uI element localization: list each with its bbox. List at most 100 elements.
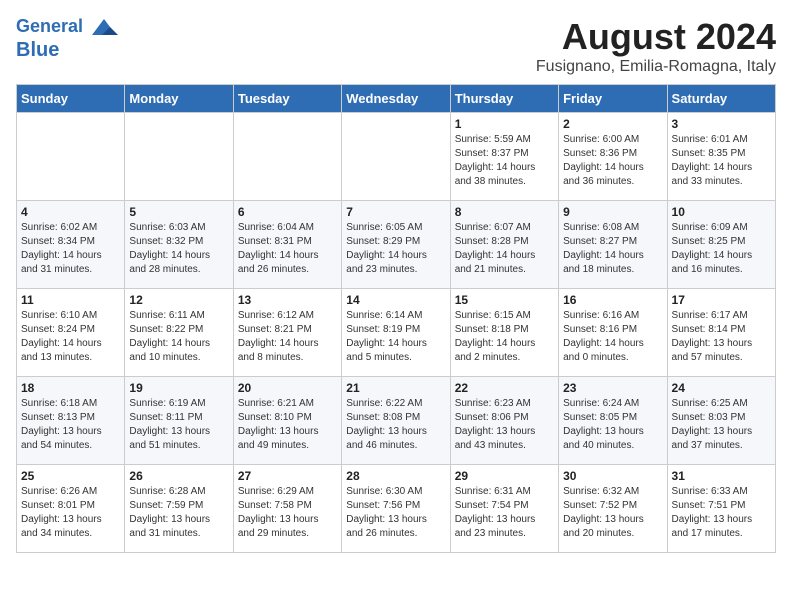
day-number: 22 [455,381,554,395]
day-info: Sunrise: 6:25 AM Sunset: 8:03 PM Dayligh… [672,397,771,453]
day-info: Sunrise: 6:17 AM Sunset: 8:14 PM Dayligh… [672,309,771,365]
day-info: Sunrise: 6:07 AM Sunset: 8:28 PM Dayligh… [455,221,554,277]
day-number: 9 [563,205,662,219]
calendar-cell: 2 Sunrise: 6:00 AM Sunset: 8:36 PM Daylig… [559,113,667,201]
day-info: Sunrise: 6:22 AM Sunset: 8:08 PM Dayligh… [346,397,445,453]
day-header-monday: Monday [125,85,233,113]
day-number: 31 [672,469,771,483]
day-info: Sunrise: 6:24 AM Sunset: 8:05 PM Dayligh… [563,397,662,453]
logo-blue: Blue [16,39,59,61]
day-number: 30 [563,469,662,483]
calendar-cell [17,113,125,201]
day-header-sunday: Sunday [17,85,125,113]
calendar-cell: 29Sunrise: 6:31 AM Sunset: 7:54 PM Dayli… [450,465,558,553]
day-header-friday: Friday [559,85,667,113]
day-header-saturday: Saturday [667,85,775,113]
calendar-cell: 20 Sunrise: 6:21 AM Sunset: 8:10 PM Dayli… [233,377,341,465]
calendar-week-row: 11 Sunrise: 6:10 AM Sunset: 8:24 PM Dayli… [17,289,776,377]
day-info: Sunrise: 6:01 AM Sunset: 8:35 PM Dayligh… [672,133,771,189]
day-number: 23 [563,381,662,395]
day-number: 27 [238,469,337,483]
calendar-week-row: 25Sunrise: 6:26 AM Sunset: 8:01 PM Dayli… [17,465,776,553]
page-header: General Blue August 2024 Fusignano, Emil… [16,16,776,76]
day-info: Sunrise: 6:18 AM Sunset: 8:13 PM Dayligh… [21,397,120,453]
calendar-cell: 11 Sunrise: 6:10 AM Sunset: 8:24 PM Dayli… [17,289,125,377]
calendar-cell: 30 Sunrise: 6:32 AM Sunset: 7:52 PM Dayli… [559,465,667,553]
calendar-cell: 3 Sunrise: 6:01 AM Sunset: 8:35 PM Daylig… [667,113,775,201]
day-number: 4 [21,205,120,219]
calendar-cell: 21 Sunrise: 6:22 AM Sunset: 8:08 PM Dayli… [342,377,450,465]
calendar-week-row: 18Sunrise: 6:18 AM Sunset: 8:13 PM Dayli… [17,377,776,465]
day-info: Sunrise: 6:32 AM Sunset: 7:52 PM Dayligh… [563,485,662,541]
day-info: Sunrise: 6:16 AM Sunset: 8:16 PM Dayligh… [563,309,662,365]
day-number: 2 [563,117,662,131]
calendar-cell: 6Sunrise: 6:04 AM Sunset: 8:31 PM Daylig… [233,201,341,289]
calendar-title: August 2024 [536,16,776,58]
day-number: 8 [455,205,554,219]
logo-text: General [16,16,83,36]
calendar-cell: 26 Sunrise: 6:28 AM Sunset: 7:59 PM Dayli… [125,465,233,553]
calendar-cell: 23 Sunrise: 6:24 AM Sunset: 8:05 PM Dayli… [559,377,667,465]
day-number: 1 [455,117,554,131]
calendar-week-row: 4 Sunrise: 6:02 AM Sunset: 8:34 PM Daylig… [17,201,776,289]
calendar-cell: 17Sunrise: 6:17 AM Sunset: 8:14 PM Dayli… [667,289,775,377]
day-number: 21 [346,381,445,395]
logo: General Blue [16,16,118,62]
day-info: Sunrise: 6:00 AM Sunset: 8:36 PM Dayligh… [563,133,662,189]
day-header-thursday: Thursday [450,85,558,113]
day-info: Sunrise: 6:10 AM Sunset: 8:24 PM Dayligh… [21,309,120,365]
day-number: 20 [238,381,337,395]
day-number: 5 [129,205,228,219]
day-number: 29 [455,469,554,483]
day-info: Sunrise: 6:05 AM Sunset: 8:29 PM Dayligh… [346,221,445,277]
day-info: Sunrise: 6:30 AM Sunset: 7:56 PM Dayligh… [346,485,445,541]
calendar-cell: 14 Sunrise: 6:14 AM Sunset: 8:19 PM Dayli… [342,289,450,377]
day-number: 16 [563,293,662,307]
day-number: 11 [21,293,120,307]
calendar-cell: 7 Sunrise: 6:05 AM Sunset: 8:29 PM Daylig… [342,201,450,289]
calendar-cell: 16 Sunrise: 6:16 AM Sunset: 8:16 PM Dayli… [559,289,667,377]
day-info: Sunrise: 6:23 AM Sunset: 8:06 PM Dayligh… [455,397,554,453]
day-number: 7 [346,205,445,219]
calendar-week-row: 1 Sunrise: 5:59 AM Sunset: 8:37 PM Daylig… [17,113,776,201]
calendar-cell: 10Sunrise: 6:09 AM Sunset: 8:25 PM Dayli… [667,201,775,289]
day-info: Sunrise: 6:12 AM Sunset: 8:21 PM Dayligh… [238,309,337,365]
day-number: 24 [672,381,771,395]
day-number: 3 [672,117,771,131]
calendar-cell: 13Sunrise: 6:12 AM Sunset: 8:21 PM Dayli… [233,289,341,377]
day-number: 26 [129,469,228,483]
day-info: Sunrise: 6:03 AM Sunset: 8:32 PM Dayligh… [129,221,228,277]
calendar-cell [342,113,450,201]
day-info: Sunrise: 6:09 AM Sunset: 8:25 PM Dayligh… [672,221,771,277]
calendar-header-row: SundayMondayTuesdayWednesdayThursdayFrid… [17,85,776,113]
calendar-cell: 22 Sunrise: 6:23 AM Sunset: 8:06 PM Dayli… [450,377,558,465]
calendar-cell: 19Sunrise: 6:19 AM Sunset: 8:11 PM Dayli… [125,377,233,465]
calendar-cell: 1 Sunrise: 5:59 AM Sunset: 8:37 PM Daylig… [450,113,558,201]
day-info: Sunrise: 6:28 AM Sunset: 7:59 PM Dayligh… [129,485,228,541]
calendar-cell: 28Sunrise: 6:30 AM Sunset: 7:56 PM Dayli… [342,465,450,553]
day-info: Sunrise: 6:21 AM Sunset: 8:10 PM Dayligh… [238,397,337,453]
calendar-cell: 8 Sunrise: 6:07 AM Sunset: 8:28 PM Daylig… [450,201,558,289]
day-info: Sunrise: 5:59 AM Sunset: 8:37 PM Dayligh… [455,133,554,189]
calendar-cell: 9 Sunrise: 6:08 AM Sunset: 8:27 PM Daylig… [559,201,667,289]
calendar-cell: 15 Sunrise: 6:15 AM Sunset: 8:18 PM Dayli… [450,289,558,377]
day-number: 12 [129,293,228,307]
day-info: Sunrise: 6:14 AM Sunset: 8:19 PM Dayligh… [346,309,445,365]
calendar-cell: 24 Sunrise: 6:25 AM Sunset: 8:03 PM Dayli… [667,377,775,465]
day-info: Sunrise: 6:15 AM Sunset: 8:18 PM Dayligh… [455,309,554,365]
calendar-cell [125,113,233,201]
calendar-table: SundayMondayTuesdayWednesdayThursdayFrid… [16,84,776,553]
day-header-tuesday: Tuesday [233,85,341,113]
calendar-cell: 25Sunrise: 6:26 AM Sunset: 8:01 PM Dayli… [17,465,125,553]
calendar-cell [233,113,341,201]
day-info: Sunrise: 6:08 AM Sunset: 8:27 PM Dayligh… [563,221,662,277]
calendar-cell: 4 Sunrise: 6:02 AM Sunset: 8:34 PM Daylig… [17,201,125,289]
day-info: Sunrise: 6:02 AM Sunset: 8:34 PM Dayligh… [21,221,120,277]
day-number: 14 [346,293,445,307]
day-number: 19 [129,381,228,395]
day-number: 15 [455,293,554,307]
title-block: August 2024 Fusignano, Emilia-Romagna, I… [536,16,776,76]
day-number: 25 [21,469,120,483]
day-number: 6 [238,205,337,219]
calendar-cell: 27Sunrise: 6:29 AM Sunset: 7:58 PM Dayli… [233,465,341,553]
